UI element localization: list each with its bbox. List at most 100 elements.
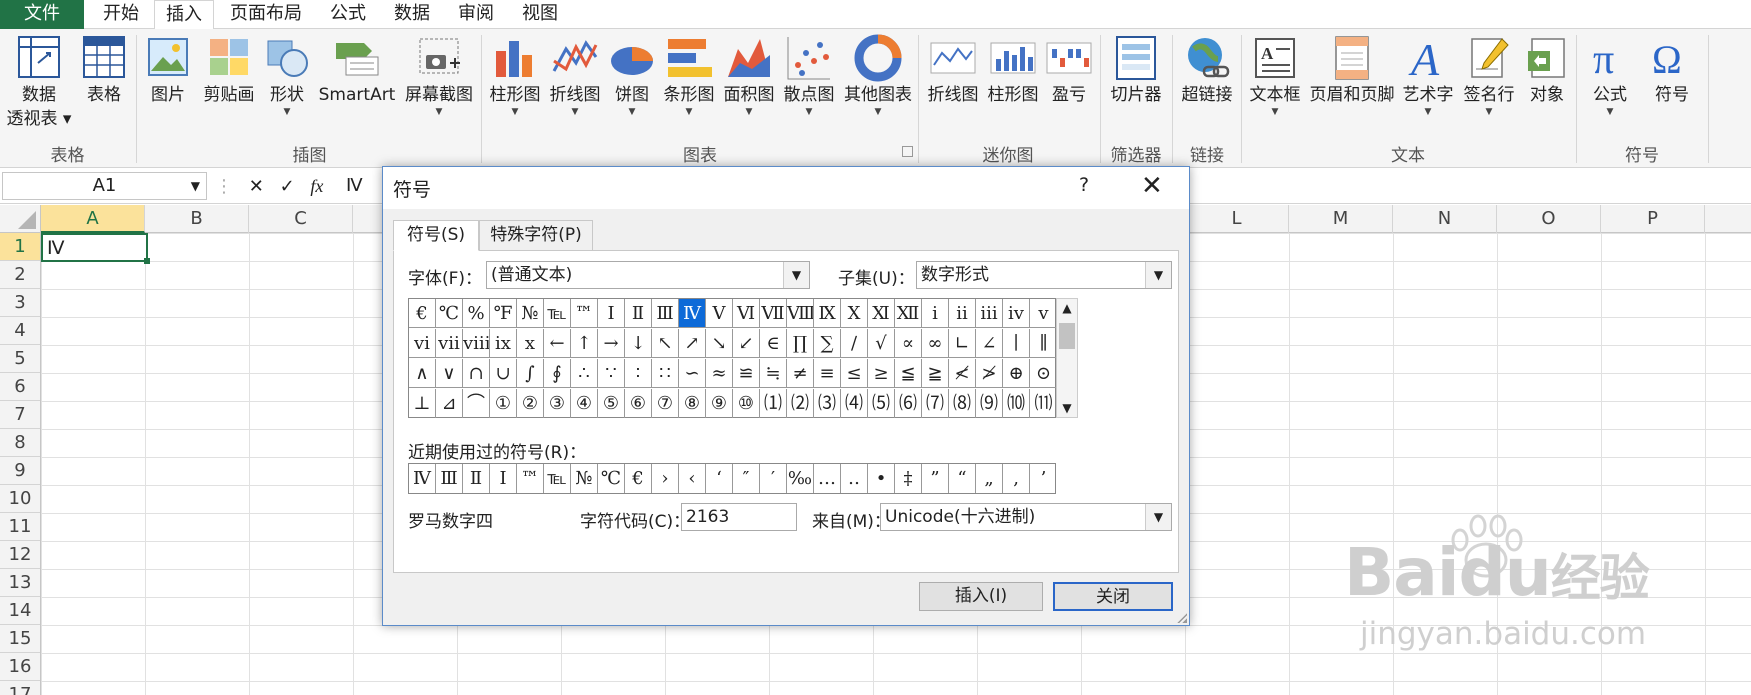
symbol-cell[interactable]: → [598, 329, 625, 358]
row-header-9[interactable]: 9 [0, 457, 40, 485]
symbol-cell[interactable]: ∥ [1030, 329, 1057, 358]
tab-home[interactable]: 开始 [88, 0, 154, 29]
charts-dialog-launcher-icon[interactable] [902, 146, 913, 157]
symbol-cell[interactable]: ⑷ [841, 389, 868, 418]
symbol-cell[interactable]: № [517, 299, 544, 328]
symbol-cell[interactable]: ∞ [922, 329, 949, 358]
row-header-4[interactable]: 4 [0, 317, 40, 345]
row-header-15[interactable]: 15 [0, 625, 40, 653]
symbol-cell[interactable]: ≦ [895, 359, 922, 388]
recent-symbol-cell[interactable]: ™ [517, 464, 544, 493]
help-button[interactable]: ? [1079, 174, 1089, 196]
symbol-cell[interactable]: % [463, 299, 490, 328]
tab-file[interactable]: 文件 [0, 0, 84, 29]
symbol-cell[interactable]: ⑻ [949, 389, 976, 418]
symbol-cell[interactable]: ⑵ [787, 389, 814, 418]
symbol-cell[interactable]: Ⅻ [895, 299, 922, 328]
confirm-entry-icon[interactable]: ✓ [280, 176, 295, 197]
row-header-3[interactable]: 3 [0, 289, 40, 317]
scroll-down-icon[interactable]: ▼ [1057, 399, 1077, 417]
screenshot-button[interactable]: 屏幕截图 ▼ [400, 33, 478, 143]
symbol-cell[interactable]: ⑧ [679, 389, 706, 418]
recent-symbol-cell[interactable]: ‚ [1003, 464, 1030, 493]
row-header-10[interactable]: 10 [0, 485, 40, 513]
tab-insert[interactable]: 插入 [154, 0, 214, 30]
symbol-cell[interactable]: Ⅷ [787, 299, 814, 328]
symbol-cell[interactable]: ∶ [625, 359, 652, 388]
select-all-corner[interactable] [0, 205, 41, 233]
symbol-cell[interactable]: ≒ [760, 359, 787, 388]
row-header-7[interactable]: 7 [0, 401, 40, 429]
recent-symbol-cell[interactable]: Ⅰ [490, 464, 517, 493]
symbol-cell[interactable]: ≯ [976, 359, 1003, 388]
symbol-cell[interactable]: ∝ [895, 329, 922, 358]
symbol-cell[interactable]: € [409, 299, 436, 328]
symbol-cell[interactable]: ④ [571, 389, 598, 418]
tab-data[interactable]: 数据 [384, 0, 440, 29]
symbol-cell[interactable]: ⑨ [706, 389, 733, 418]
symbol-cell[interactable]: Ⅵ [733, 299, 760, 328]
tab-formulas[interactable]: 公式 [320, 0, 376, 29]
row-header-11[interactable]: 11 [0, 513, 40, 541]
from-select[interactable]: Unicode(十六进制) ▼ [880, 503, 1172, 531]
header-footer-button[interactable]: 页眉和页脚 [1306, 33, 1398, 143]
textbox-button[interactable]: A 文本框 ▼ [1244, 33, 1306, 143]
column-header-m[interactable]: M [1289, 205, 1393, 233]
resize-grip-icon[interactable] [1175, 611, 1187, 623]
symbol-cell-selected[interactable]: Ⅳ [679, 299, 706, 328]
tab-symbols[interactable]: 符号(S) [393, 220, 479, 251]
recent-symbol-cell[interactable]: ″ [733, 464, 760, 493]
row-header-16[interactable]: 16 [0, 653, 40, 681]
character-code-input[interactable]: 2163 [681, 503, 797, 531]
symbol-cell[interactable]: ⑤ [598, 389, 625, 418]
scrollbar-thumb[interactable] [1059, 323, 1075, 349]
slicer-button[interactable]: 切片器 [1104, 33, 1168, 143]
table-button[interactable]: 表格 [78, 33, 130, 143]
symbol-cell[interactable]: ↖ [652, 329, 679, 358]
tab-special-characters[interactable]: 特殊字符(P) [479, 220, 593, 251]
symbol-cell[interactable]: ⑺ [922, 389, 949, 418]
symbol-cell[interactable]: ∷ [652, 359, 679, 388]
chevron-down-icon[interactable]: ▼ [191, 173, 200, 199]
bar-chart-button[interactable]: 条形图 ▼ [660, 33, 718, 143]
sparkline-column-button[interactable]: 柱形图 [984, 33, 1042, 143]
equation-button[interactable]: π 公式 ▼ [1582, 33, 1638, 143]
tab-view[interactable]: 视图 [512, 0, 568, 29]
symbol-cell[interactable]: ∮ [544, 359, 571, 388]
tab-page-layout[interactable]: 页面布局 [222, 0, 310, 29]
symbol-cell[interactable]: ∽ [679, 359, 706, 388]
column-header-c[interactable]: C [249, 205, 353, 233]
symbol-cell[interactable]: ⌒ [463, 389, 490, 418]
hyperlink-button[interactable]: 超链接 [1176, 33, 1238, 143]
symbol-cell[interactable]: Ⅴ [706, 299, 733, 328]
symbol-cell[interactable]: Ⅰ [598, 299, 625, 328]
recent-symbol-cell[interactable]: • [868, 464, 895, 493]
column-header-b[interactable]: B [145, 205, 249, 233]
recent-symbol-cell[interactable]: ‥ [841, 464, 868, 493]
recent-symbol-cell[interactable]: ℃ [598, 464, 625, 493]
symbol-cell[interactable]: √ [868, 329, 895, 358]
row-header-13[interactable]: 13 [0, 569, 40, 597]
symbol-cell[interactable]: ⊥ [409, 389, 436, 418]
column-header-n[interactable]: N [1393, 205, 1497, 233]
insert-function-icon[interactable]: fx [310, 176, 323, 196]
row-header-8[interactable]: 8 [0, 429, 40, 457]
recent-symbol-cell[interactable]: Ⅱ [463, 464, 490, 493]
symbol-cell[interactable]: ≮ [949, 359, 976, 388]
symbol-cell[interactable]: ⅷ [463, 329, 490, 358]
scroll-up-icon[interactable]: ▲ [1057, 299, 1077, 317]
symbol-cell[interactable]: ⑶ [814, 389, 841, 418]
symbol-cell[interactable]: ⅴ [1030, 299, 1057, 328]
symbol-cell[interactable]: ⊿ [436, 389, 463, 418]
cancel-entry-icon[interactable]: ✕ [249, 176, 264, 197]
symbol-cell[interactable]: ≈ [706, 359, 733, 388]
clipart-button[interactable]: 剪贴画 [198, 33, 260, 143]
symbol-cell[interactable]: ⑸ [868, 389, 895, 418]
recent-symbol-cell[interactable]: Ⅳ [409, 464, 436, 493]
other-charts-button[interactable]: 其他图表 ▼ [840, 33, 916, 143]
symbol-cell[interactable]: ∣ [1003, 329, 1030, 358]
smartart-button[interactable]: SmartArt [314, 33, 400, 143]
symbol-cell[interactable]: Ⅶ [760, 299, 787, 328]
column-header-l[interactable]: L [1185, 205, 1289, 233]
symbol-cell[interactable]: ⊙ [1030, 359, 1057, 388]
